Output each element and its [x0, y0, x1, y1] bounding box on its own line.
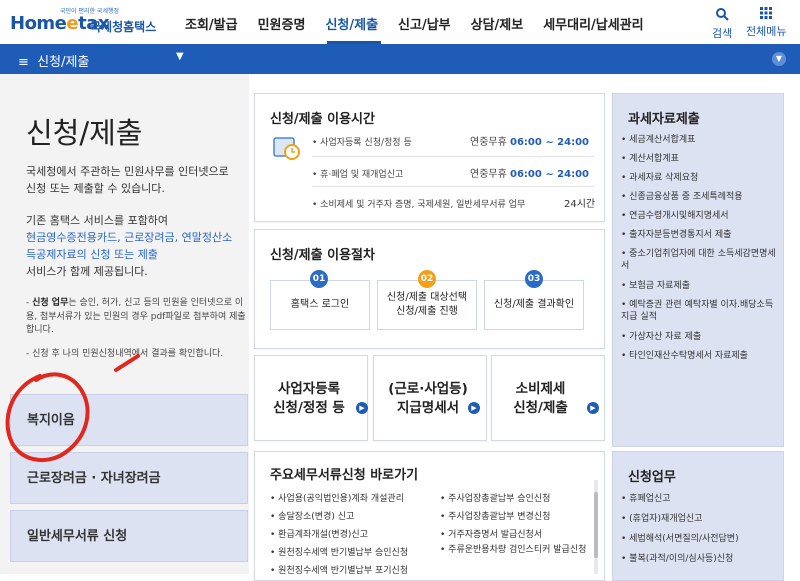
shortcut-payment-statement-label: (근로·사업등) 지급명세서 — [388, 381, 468, 416]
tax-data-item[interactable]: • 신종금융상품 중 조세특례적용 — [621, 191, 781, 203]
doc-link[interactable]: • 주류운반용차량 검인스티커 발급신청 — [440, 545, 590, 556]
arrow-right-icon: ▶ — [468, 402, 480, 414]
calendar-clock-icon — [273, 137, 300, 160]
all-menu-button[interactable]: 전체메뉴 — [746, 6, 786, 39]
apply-work-item[interactable]: • 세법해석(서면질의/사전답변) — [621, 533, 781, 545]
page-title: 신청/제출 — [26, 116, 143, 150]
procedure-title: 신청/제출 이용절차 — [270, 248, 375, 263]
scrollbar-thumb[interactable] — [594, 492, 598, 558]
sub-nav-bar: ≡ 신청/제출 ▼ ▼ — [0, 44, 800, 74]
arrow-right-icon: ▶ — [356, 402, 368, 414]
service-link[interactable]: 현금영수증전용카드, 근로장려금, 연말정산소득공제자료의 신청 또는 제출 — [26, 231, 232, 261]
scrollbar[interactable] — [594, 480, 598, 574]
hours-title: 신청/제출 이용시간 — [270, 112, 375, 127]
search-icon — [716, 8, 729, 21]
logo-korean: 국세청홈택스 — [90, 20, 157, 34]
main-docs-title: 주요세무서류신청 바로가기 — [270, 468, 419, 483]
tax-data-item[interactable]: • 예탁증권 관련 예탁자별 이자.배당소득 지급 실적 — [621, 299, 781, 323]
search-label: 검색 — [712, 27, 733, 40]
chevron-down-icon[interactable]: ▼ — [772, 52, 786, 66]
shortcut-business-reg-label: 사업자등록 신청/정정 등 — [273, 381, 345, 416]
red-circle-annotation — [5, 354, 140, 462]
nav-tax-agent[interactable]: 세무대리/납세관리 — [543, 14, 643, 33]
tax-data-item[interactable]: • 출자자분등변경통지서 제출 — [621, 229, 781, 241]
current-menu-dropdown[interactable]: ≡ 신청/제출 — [18, 51, 89, 70]
site-header: 국민이 편리한 국세행정 Homeetax 국세청홈택스 조회/발급 민원증명 … — [0, 0, 800, 44]
shortcut-consumption-tax-label: 소비제세 신청/제출 — [513, 381, 568, 416]
doc-link[interactable]: • 환급계좌개설(변경)신고 — [270, 527, 368, 540]
arrow-right-icon: ▶ — [587, 402, 599, 414]
tax-data-item[interactable]: • 연금수령개시및해지명세서 — [621, 210, 781, 222]
apply-work-title: 신청업무 — [628, 470, 676, 485]
page-description: 국세청에서 주관하는 민원사무를 인터넷으로 신청 또는 제출할 수 있습니다. — [26, 165, 229, 195]
hometax-logo[interactable]: 국민이 편리한 국세행정 Homeetax 국세청홈택스 — [10, 6, 160, 38]
doc-link[interactable]: • 송달장소(변경) 신고 — [270, 509, 354, 522]
tax-data-item[interactable]: • 가상자산 자료 제출 — [621, 331, 781, 343]
all-menu-label: 전체메뉴 — [746, 25, 787, 38]
dropdown-caret-icon[interactable]: ▼ — [176, 51, 184, 62]
tax-data-item[interactable]: • 타인인재산수탁명세서 자료제출 — [621, 350, 781, 362]
general-docs-button[interactable]: 일반세무서류 신청 — [10, 510, 248, 562]
doc-link[interactable]: • 원천징수세액 반기별납부 포기신청 — [270, 563, 408, 576]
doc-link[interactable]: • 거주자증명서 발급신청서 — [440, 527, 542, 540]
current-menu-label: 신청/제출 — [37, 55, 90, 70]
tax-data-item[interactable]: • 세금계산서합계표 — [621, 134, 781, 146]
step-2-number: 02 — [418, 270, 436, 288]
search-button[interactable]: 검색 — [712, 6, 732, 41]
doc-link[interactable]: • 사업용(공익법인용)계좌 개설관리 — [270, 491, 404, 504]
step-3-number: 03 — [525, 270, 543, 288]
page-description-extra: 기존 홈택스 서비스를 포함하여 현금영수증전용카드, 근로장려금, 연말정산소… — [26, 214, 233, 278]
main-nav: 조회/발급 민원증명 신청/제출 신고/납부 상담/제보 세무대리/납세관리 — [185, 14, 664, 33]
doc-link[interactable]: • 원천징수세액 반기별납부 승인신청 — [270, 545, 408, 558]
apply-work-item[interactable]: • 휴폐업신고 — [621, 493, 781, 505]
step-1-number: 01 — [310, 270, 328, 288]
apply-work-item[interactable]: • (휴업자)재개업신고 — [621, 513, 781, 525]
tax-data-item[interactable]: • 계산서합계표 — [621, 153, 781, 165]
tax-data-item[interactable]: • 중소기업취업자에 대한 소득세감면명세서 — [621, 248, 781, 272]
tax-data-item[interactable]: • 보험금 자료제출 — [621, 280, 781, 292]
apply-work-item[interactable]: • 불복(과적/이의/심사등)신청 — [621, 553, 781, 565]
nav-apply-submit[interactable]: 신청/제출 — [325, 14, 378, 33]
doc-link[interactable]: • 주사업장총괄납부 변경신청 — [440, 509, 550, 522]
doc-link[interactable]: • 주사업장총괄납부 승인신청 — [440, 491, 550, 504]
tax-data-item[interactable]: • 과세자료 삭제요청 — [621, 172, 781, 184]
nav-inquiry[interactable]: 조회/발급 — [185, 14, 238, 33]
nav-report-pay[interactable]: 신고/납부 — [398, 14, 451, 33]
tax-data-title: 과세자료제출 — [628, 112, 700, 127]
hamburger-icon: ≡ — [18, 55, 29, 70]
nav-certificates[interactable]: 민원증명 — [258, 14, 306, 33]
grid-icon — [760, 7, 773, 19]
nav-consult[interactable]: 상담/제보 — [471, 14, 524, 33]
